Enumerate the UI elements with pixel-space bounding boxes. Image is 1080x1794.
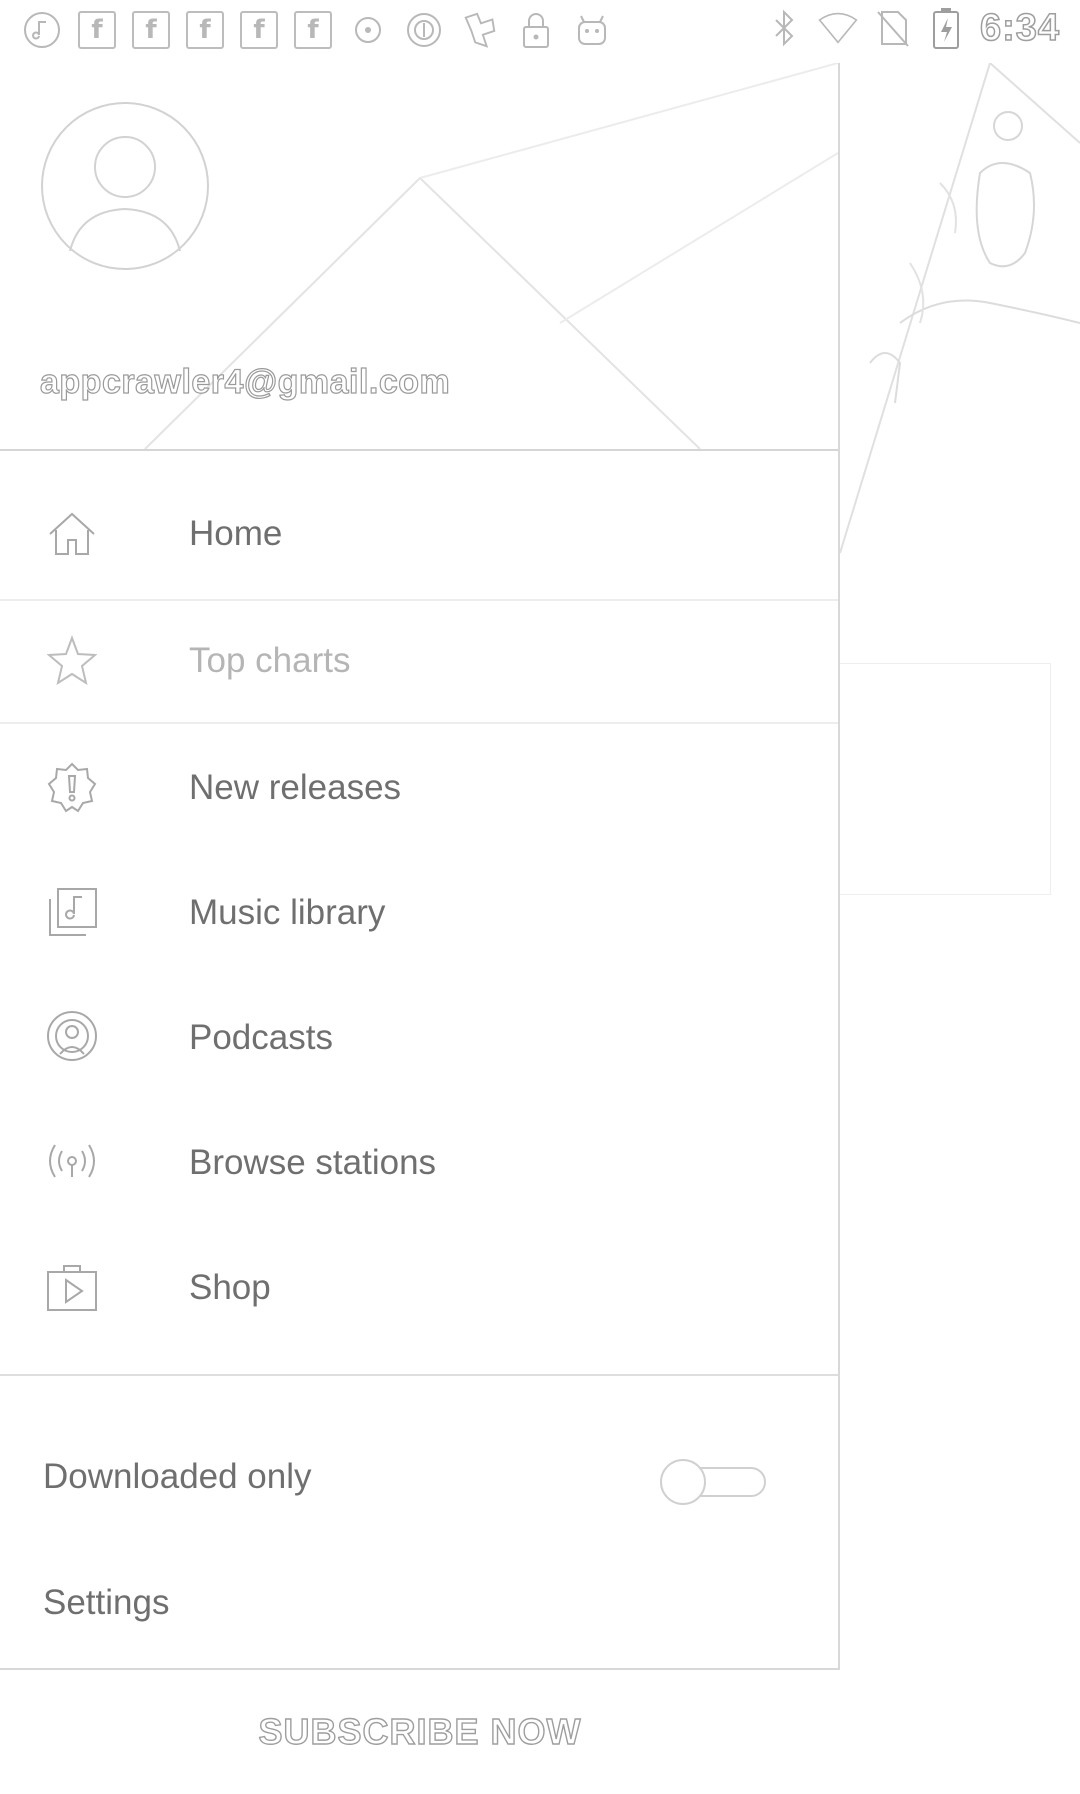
subscribe-button[interactable]: SUBSCRIBE NOW — [0, 1670, 840, 1794]
navigation-drawer: appcrawler4@gmail.com Home Top charts Ne… — [0, 63, 840, 1670]
podcasts-icon — [44, 1010, 100, 1066]
facebook-icon: f — [294, 11, 332, 49]
radio-icon — [44, 1135, 100, 1191]
battery-charging-icon — [926, 6, 966, 50]
nav-item-top-charts[interactable]: Top charts — [0, 601, 838, 721]
circle-line-icon — [404, 8, 444, 52]
nav-item-label: New releases — [189, 768, 402, 807]
downloaded-only-label: Downloaded only — [43, 1457, 312, 1496]
drawer-header: appcrawler4@gmail.com — [0, 63, 838, 451]
bluetooth-icon — [764, 6, 804, 50]
facebook-icon: f — [186, 11, 224, 49]
nav-item-music-library[interactable]: Music library — [0, 851, 838, 975]
nav-item-home[interactable]: Home — [0, 472, 838, 596]
nav-item-new-releases[interactable]: New releases — [0, 726, 838, 850]
divider — [0, 722, 838, 724]
music-note-icon — [22, 8, 62, 52]
nav-item-label: Top charts — [189, 641, 351, 680]
toggle-knob — [660, 1459, 706, 1505]
music-library-icon — [44, 885, 100, 941]
facebook-icon: f — [240, 11, 278, 49]
home-icon — [44, 506, 100, 562]
facebook-icon: f — [132, 11, 170, 49]
circle-dot-icon — [348, 8, 388, 52]
account-email[interactable]: appcrawler4@gmail.com — [39, 362, 450, 402]
nav-item-label: Shop — [189, 1268, 271, 1307]
nav-item-label: Browse stations — [189, 1143, 437, 1182]
app-icon — [460, 8, 500, 52]
status-bar: f f f f f 6:34 — [0, 0, 1080, 63]
downloaded-only-row[interactable]: Downloaded only — [0, 1415, 838, 1539]
avatar[interactable] — [40, 101, 210, 271]
background-content — [840, 63, 1080, 1794]
settings-label: Settings — [43, 1583, 170, 1622]
wifi-icon — [818, 6, 858, 50]
subscribe-label: SUBSCRIBE NOW — [258, 1710, 582, 1752]
star-icon — [44, 633, 100, 689]
nav-item-label: Podcasts — [189, 1018, 333, 1057]
no-sim-icon — [872, 6, 912, 50]
clock: 6:34 — [979, 6, 1060, 50]
nav-item-label: Music library — [189, 893, 386, 932]
downloaded-only-toggle[interactable] — [660, 1459, 770, 1505]
android-icon — [572, 8, 612, 52]
settings-row[interactable]: Settings — [0, 1541, 838, 1665]
new-releases-icon — [44, 760, 100, 816]
nav-item-label: Home — [189, 514, 283, 553]
lock-icon — [516, 8, 556, 52]
nav-item-shop[interactable]: Shop — [0, 1226, 838, 1350]
background-card — [840, 663, 1051, 895]
nav-item-browse-stations[interactable]: Browse stations — [0, 1101, 838, 1225]
facebook-icon: f — [78, 11, 116, 49]
shop-icon — [44, 1260, 100, 1316]
nav-item-podcasts[interactable]: Podcasts — [0, 976, 838, 1100]
album-art — [840, 63, 1080, 554]
section-divider — [0, 1374, 838, 1376]
